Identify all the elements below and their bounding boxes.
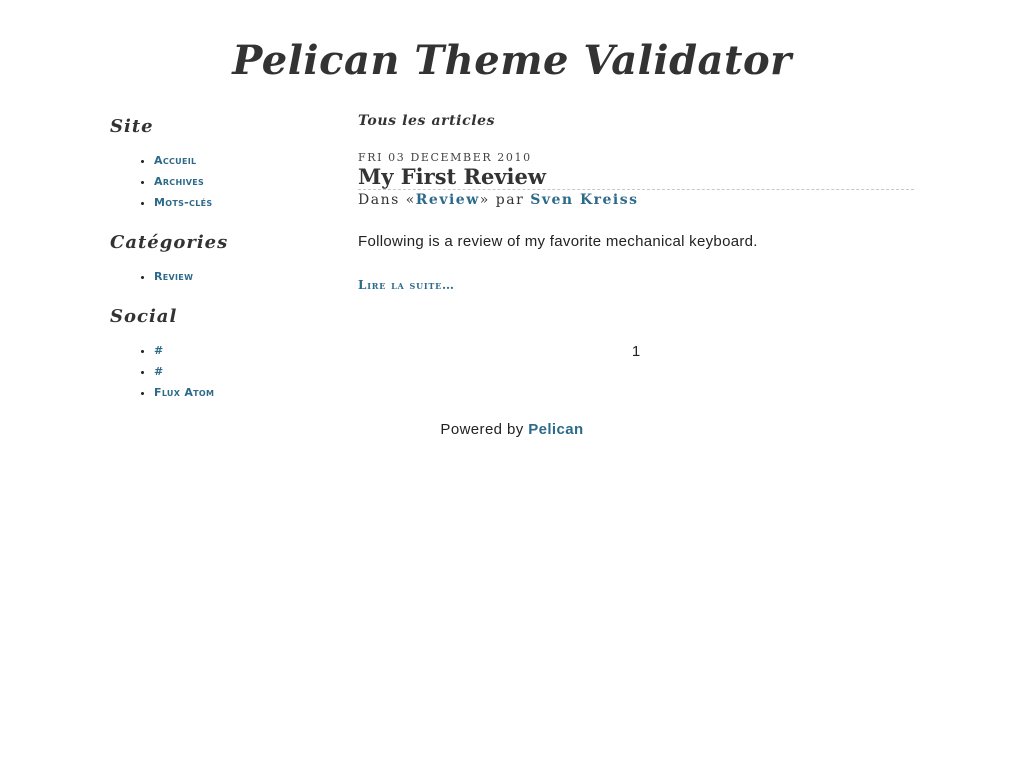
social-links-list: # # Flux Atom — [110, 340, 214, 403]
list-item: Archives — [154, 171, 212, 192]
footer: Powered by Pelican — [0, 420, 1024, 440]
category-links-list: Review — [110, 266, 228, 287]
sidebar-section-site: Site Accueil Archives Mots-clés — [110, 112, 212, 213]
sidebar-section-social: Social # # Flux Atom — [110, 302, 214, 403]
site-title[interactable]: Pelican Theme Validator — [0, 34, 1024, 88]
sidebar-heading-site: Site — [110, 116, 154, 137]
article-author-link[interactable]: Sven Kreiss — [530, 192, 638, 208]
sidebar-link-mots-cles[interactable]: Mots-clés — [154, 196, 212, 209]
footer-pelican-link[interactable]: Pelican — [528, 421, 583, 438]
footer-text: Powered by — [440, 421, 524, 438]
list-item: Review — [154, 266, 228, 287]
article-date: Fri 03 December 2010 — [358, 151, 532, 164]
list-item: # — [154, 361, 214, 382]
list-item: # — [154, 340, 214, 361]
article-meta: Dans «Review» par Sven Kreiss — [358, 191, 639, 209]
article-title: My First Review — [358, 165, 914, 190]
sidebar-link-accueil[interactable]: Accueil — [154, 154, 196, 167]
sidebar-link-archives[interactable]: Archives — [154, 175, 204, 188]
sidebar-section-categories: Catégories Review — [110, 228, 228, 287]
list-item: Accueil — [154, 150, 212, 171]
sidebar-link-review[interactable]: Review — [154, 270, 193, 283]
list-item: Flux Atom — [154, 382, 214, 403]
list-item: Mots-clés — [154, 192, 212, 213]
read-more-link[interactable]: Lire la suite… — [358, 278, 455, 292]
main-content: Tous les articles Fri 03 December 2010 M… — [358, 110, 914, 360]
meta-mid: » par — [479, 192, 525, 208]
article-summary-text: Following is a review of my favorite mec… — [358, 233, 758, 250]
pagination-current-page: 1 — [631, 343, 641, 360]
pagination: 1 — [358, 342, 914, 362]
article-category-link[interactable]: Review — [416, 192, 480, 208]
sidebar-heading-social: Social — [110, 306, 178, 327]
article-title-link[interactable]: My First Review — [358, 164, 546, 189]
social-link-1[interactable]: # — [154, 344, 164, 357]
meta-prefix: Dans « — [358, 192, 416, 208]
social-link-2[interactable]: # — [154, 365, 164, 378]
social-link-atom-feed[interactable]: Flux Atom — [154, 386, 214, 399]
site-links-list: Accueil Archives Mots-clés — [110, 150, 212, 213]
sidebar-heading-categories: Catégories — [110, 232, 229, 253]
section-heading: Tous les articles — [358, 113, 496, 129]
